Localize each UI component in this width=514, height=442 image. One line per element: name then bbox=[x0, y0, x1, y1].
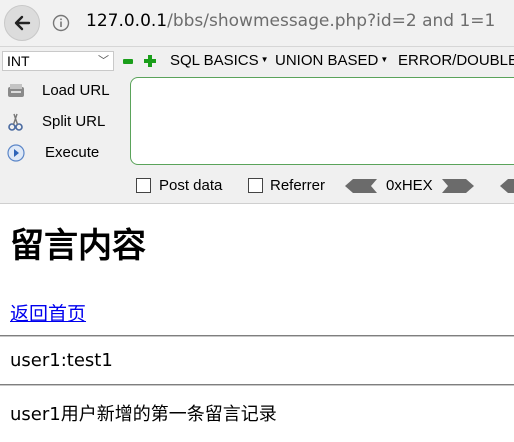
post-data-checkbox[interactable] bbox=[136, 178, 151, 193]
split-url-label: Split URL bbox=[42, 113, 106, 130]
url-host: 127.0.0.1 bbox=[86, 11, 168, 31]
message-title: user1:test1 bbox=[10, 350, 113, 371]
hex-encode-arrow-icon[interactable] bbox=[442, 179, 474, 193]
post-data-label: Post data bbox=[159, 177, 223, 194]
url-path: /bbs/showmessage.php?id=2 and 1=1 bbox=[167, 11, 496, 31]
url-field[interactable]: 127.0.0.1/bbs/showmessage.php?id=2 and 1… bbox=[86, 11, 495, 31]
menu-error-double-label: ERROR/DOUBLE bbox=[398, 52, 514, 69]
minus-icon[interactable] bbox=[123, 59, 133, 64]
execute-label: Execute bbox=[45, 144, 100, 161]
load-url-button[interactable]: Load URL bbox=[4, 79, 129, 103]
message-body: user1用户新增的第一条留言记录 bbox=[10, 404, 277, 425]
info-icon[interactable] bbox=[52, 14, 70, 32]
chevron-down-icon: ﹀ bbox=[98, 55, 109, 67]
execute-play-icon bbox=[7, 144, 25, 162]
plus-icon[interactable] bbox=[144, 55, 156, 67]
injection-type-value: INT bbox=[7, 53, 30, 69]
hackbar-panel: INT ﹀ SQL BASICS ▼ UNION BASED ▼ ERROR/DOU… bbox=[0, 47, 514, 204]
hex-label: 0xHEX bbox=[386, 177, 433, 194]
referrer-checkbox[interactable] bbox=[248, 178, 263, 193]
referrer-label: Referrer bbox=[270, 177, 326, 194]
browser-address-bar: 127.0.0.1/bbs/showmessage.php?id=2 and 1… bbox=[0, 0, 514, 47]
back-home-link[interactable]: 返回首页 bbox=[10, 299, 86, 326]
divider bbox=[0, 335, 514, 337]
execute-button[interactable]: Execute bbox=[4, 141, 129, 165]
caret-down-icon: ▼ bbox=[260, 55, 269, 64]
back-button[interactable] bbox=[4, 5, 40, 41]
back-arrow-icon bbox=[14, 15, 31, 31]
split-url-button[interactable]: Split URL bbox=[4, 110, 129, 134]
menu-sql-basics-label: SQL BASICS bbox=[170, 52, 259, 69]
menu-sql-basics[interactable]: SQL BASICS ▼ bbox=[170, 52, 269, 69]
page-title: 留言内容 bbox=[10, 226, 146, 266]
menu-union-based[interactable]: UNION BASED ▼ bbox=[275, 52, 388, 69]
menu-error-double[interactable]: ERROR/DOUBLE bbox=[398, 52, 514, 69]
injection-type-select[interactable]: INT ﹀ bbox=[2, 51, 114, 71]
divider bbox=[0, 384, 514, 386]
load-url-icon bbox=[8, 84, 24, 97]
hex-decode-arrow-icon[interactable] bbox=[345, 179, 377, 193]
scissors-icon bbox=[8, 113, 23, 131]
caret-down-icon: ▼ bbox=[380, 55, 389, 64]
menu-union-based-label: UNION BASED bbox=[275, 52, 379, 69]
url-decode-arrow-icon[interactable] bbox=[500, 179, 514, 193]
load-url-label: Load URL bbox=[42, 82, 110, 99]
url-textarea[interactable] bbox=[130, 77, 514, 165]
